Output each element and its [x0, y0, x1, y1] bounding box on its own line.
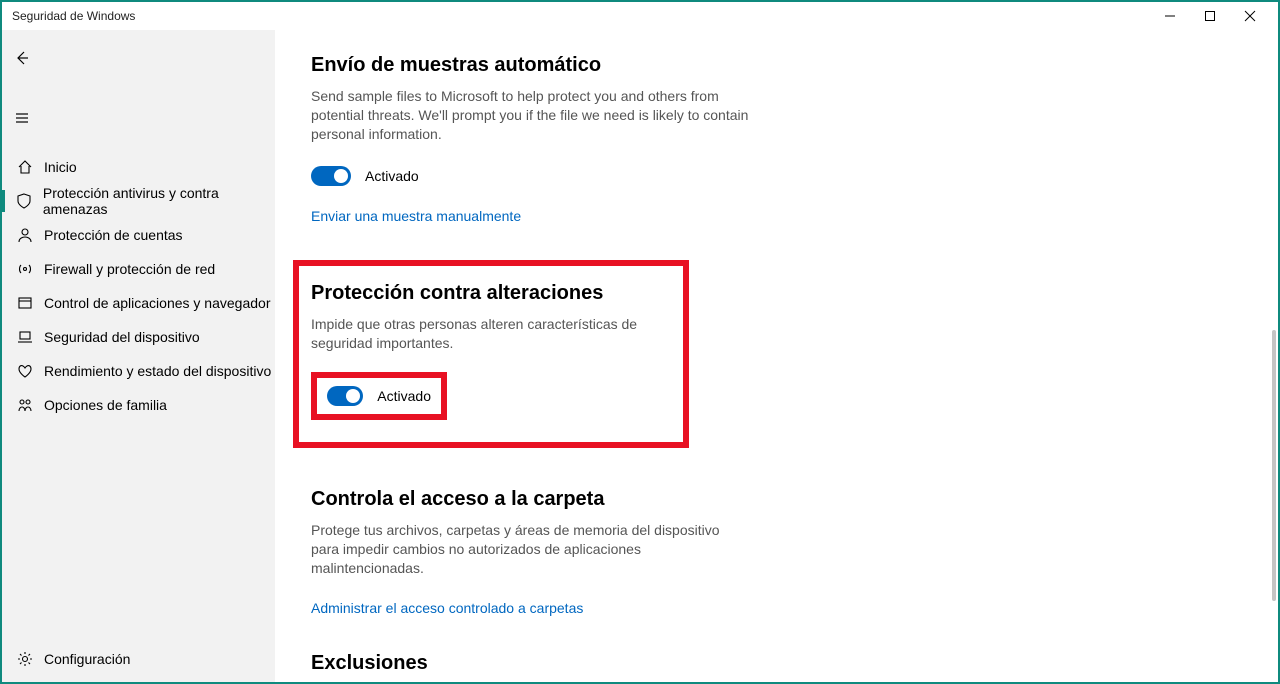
- family-icon: [14, 397, 36, 413]
- shield-icon: [14, 193, 35, 209]
- hamburger-icon: [14, 110, 30, 126]
- toggle-switch-on-icon: [311, 166, 351, 186]
- person-icon: [14, 227, 36, 243]
- sidebar-item-device-security[interactable]: Seguridad del dispositivo: [2, 320, 275, 354]
- section-description: Protege tus archivos, carpetas y áreas d…: [311, 521, 751, 578]
- window-icon: [14, 295, 36, 311]
- sidebar-item-family[interactable]: Opciones de familia: [2, 388, 275, 422]
- nav-list: Inicio Protección antivirus y contra ame…: [2, 150, 275, 422]
- section-title: Controla el acceso a la carpeta: [311, 488, 751, 511]
- highlight-tamper-protection: Protección contra alteraciones Impide qu…: [293, 260, 689, 449]
- toggle-sample-submission[interactable]: Activado: [311, 166, 751, 186]
- close-button[interactable]: [1230, 2, 1270, 30]
- gear-icon: [14, 651, 36, 667]
- sidebar-item-virus[interactable]: Protección antivirus y contra amenazas: [2, 184, 275, 218]
- titlebar: Seguridad de Windows: [2, 2, 1278, 30]
- sidebar-item-appcontrol[interactable]: Control de aplicaciones y navegador: [2, 286, 275, 320]
- section-description: Send sample files to Microsoft to help p…: [311, 87, 751, 144]
- scrollbar[interactable]: [1270, 34, 1276, 678]
- sidebar-item-label: Control de aplicaciones y navegador: [44, 295, 270, 311]
- main-content: Envío de muestras automático Send sample…: [275, 30, 1278, 682]
- sidebar-item-home[interactable]: Inicio: [2, 150, 275, 184]
- sidebar-item-label: Protección de cuentas: [44, 227, 183, 243]
- maximize-icon: [1204, 10, 1216, 22]
- section-exclusions: Exclusiones Windows Defender Antivirus w…: [311, 652, 751, 682]
- section-folder-access: Controla el acceso a la carpeta Protege …: [311, 488, 751, 616]
- section-title: Envío de muestras automático: [311, 54, 751, 77]
- maximize-button[interactable]: [1190, 2, 1230, 30]
- back-arrow-icon: [14, 50, 30, 66]
- minimize-icon: [1164, 10, 1176, 22]
- sidebar: Inicio Protección antivirus y contra ame…: [2, 30, 275, 682]
- heart-icon: [14, 363, 36, 379]
- section-title: Protección contra alteraciones: [311, 282, 671, 305]
- toggle-switch-on-icon: [327, 386, 363, 406]
- back-button[interactable]: [2, 38, 42, 78]
- sidebar-item-performance[interactable]: Rendimiento y estado del dispositivo: [2, 354, 275, 388]
- section-description: Impide que otras personas alteren caract…: [311, 315, 671, 353]
- sidebar-item-label: Seguridad del dispositivo: [44, 329, 200, 345]
- section-title: Exclusiones: [311, 652, 751, 675]
- sidebar-item-account[interactable]: Protección de cuentas: [2, 218, 275, 252]
- toggle-label: Activado: [365, 168, 419, 184]
- home-icon: [14, 159, 36, 175]
- sidebar-settings[interactable]: Configuración: [2, 636, 275, 682]
- close-icon: [1244, 10, 1256, 22]
- sidebar-item-label: Inicio: [44, 159, 77, 175]
- sidebar-item-label: Firewall y protección de red: [44, 261, 215, 277]
- sidebar-item-label: Protección antivirus y contra amenazas: [43, 185, 275, 217]
- sidebar-item-label: Opciones de familia: [44, 397, 167, 413]
- sidebar-item-firewall[interactable]: Firewall y protección de red: [2, 252, 275, 286]
- highlight-tamper-toggle: Activado: [311, 372, 447, 420]
- link-manage-folder-access[interactable]: Administrar el acceso controlado a carpe…: [311, 600, 583, 616]
- link-submit-sample[interactable]: Enviar una muestra manualmente: [311, 208, 521, 224]
- hamburger-button[interactable]: [2, 98, 42, 138]
- sidebar-item-label: Rendimiento y estado del dispositivo: [44, 363, 271, 379]
- signal-icon: [14, 261, 36, 277]
- scrollbar-thumb[interactable]: [1272, 330, 1276, 600]
- toggle-tamper-protection[interactable]: Activado: [327, 386, 431, 406]
- window-title: Seguridad de Windows: [10, 9, 135, 23]
- minimize-button[interactable]: [1150, 2, 1190, 30]
- section-sample-submission: Envío de muestras automático Send sample…: [311, 54, 751, 224]
- laptop-icon: [14, 329, 36, 345]
- toggle-label: Activado: [377, 388, 431, 404]
- settings-label: Configuración: [44, 651, 130, 667]
